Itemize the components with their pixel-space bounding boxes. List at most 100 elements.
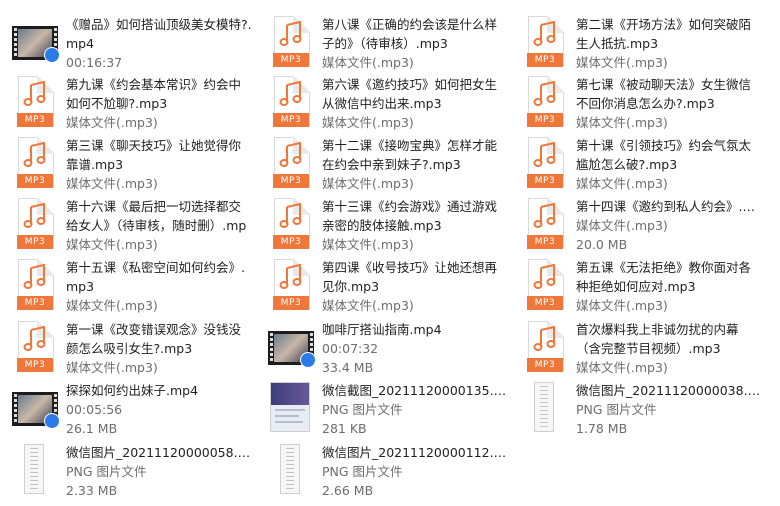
mp3-icon: MP3 [17, 136, 55, 188]
music-note-icon [533, 141, 556, 167]
file-item[interactable]: 微信图片_20211120000058.png PNG 图片文件 2.33 MB [0, 440, 252, 498]
music-note-icon [279, 202, 302, 228]
file-name: 第九课《约会基本常识》约会中如何不尬聊?.mp3 [66, 77, 242, 111]
file-size: 2.33 MB [66, 483, 118, 498]
mp3-icon: MP3 [17, 320, 55, 372]
file-name: 第十六课《最后把一切选择都交给女人》（待审核，随时删）.mp3 [66, 199, 247, 233]
image-thumbnail-icon [0, 440, 60, 498]
file-item[interactable]: MP3 第五课《无法拒绝》教你面对各种拒绝如何应对.mp3 媒体文件(.mp3) [510, 255, 762, 313]
file-type: 媒体文件(.mp3) [66, 298, 158, 313]
file-name: 第十三课《约会游戏》通过游戏亲密的肢体接触.mp3 [322, 199, 498, 233]
mp3-icon: MP3 [273, 136, 311, 188]
video-thumbnail-icon [0, 378, 60, 436]
file-name: 首次爆料我上非诚勿扰的内幕（含完整节目视频）.mp3 [576, 322, 739, 356]
file-name: 《赠品》如何搭讪顶级美女模特?.mp4 [66, 17, 252, 51]
file-item[interactable]: MP3 第九课《约会基本常识》约会中如何不尬聊?.mp3 媒体文件(.mp3) [0, 72, 252, 130]
mp3-badge: MP3 [527, 174, 563, 188]
file-type: 媒体文件(.mp3) [576, 55, 668, 70]
file-item[interactable]: 微信图片_20211120000038.png PNG 图片文件 1.78 MB [510, 378, 762, 436]
file-name: 微信截图_20211120000135.png [322, 383, 508, 398]
image-thumbnail-icon [510, 378, 570, 436]
image-thumbnail-icon [256, 440, 316, 498]
mp3-file-icon: MP3 [0, 72, 60, 130]
file-type: 媒体文件(.mp3) [322, 115, 414, 130]
file-item[interactable]: MP3 第十四课《邀约到私人约会》.mp3 媒体文件(.mp3) 20.0 MB [510, 194, 762, 252]
mp3-file-icon: MP3 [0, 255, 60, 313]
mp3-badge: MP3 [273, 235, 309, 249]
file-item[interactable]: MP3 第三课《聊天技巧》让她觉得你靠谱.mp3 媒体文件(.mp3) [0, 133, 252, 191]
image-preview [24, 444, 44, 494]
mp3-file-icon: MP3 [256, 72, 316, 130]
mp3-file-icon: MP3 [510, 72, 570, 130]
mp3-icon: MP3 [273, 197, 311, 249]
mp3-icon: MP3 [273, 15, 311, 67]
file-size: 2.66 MB [322, 483, 374, 498]
mp3-icon: MP3 [273, 258, 311, 310]
music-note-icon [533, 80, 556, 106]
file-type: 00:07:32 [322, 341, 379, 356]
play-badge-icon [300, 352, 316, 368]
image-preview [534, 382, 554, 432]
play-badge-icon [44, 413, 60, 429]
mp3-file-icon: MP3 [510, 255, 570, 313]
file-item[interactable]: MP3 第一课《改变错误观念》没钱没颜怎么吸引女生?.mp3 媒体文件(.mp3) [0, 317, 252, 375]
file-item[interactable]: MP3 首次爆料我上非诚勿扰的内幕（含完整节目视频）.mp3 媒体文件(.mp3) [510, 317, 762, 375]
file-type: PNG 图片文件 [322, 464, 403, 479]
music-note-icon [533, 325, 556, 351]
mp3-badge: MP3 [527, 113, 563, 127]
file-item[interactable]: MP3 第十课《引领技巧》约会气氛太尴尬怎么破?.mp3 媒体文件(.mp3) [510, 133, 762, 191]
file-item[interactable]: 《赠品》如何搭讪顶级美女模特?.mp4 00:16:37 [0, 12, 252, 70]
screenshot-thumbnail [270, 382, 310, 432]
image-preview [280, 444, 300, 494]
file-item[interactable]: MP3 第七课《被动聊天法》女生微信不回你消息怎么办?.mp3 媒体文件(.mp3) [510, 72, 762, 130]
file-item[interactable]: 咖啡厅搭讪指南.mp4 00:07:32 33.4 MB [256, 317, 508, 375]
music-note-icon [23, 325, 46, 351]
mp3-badge: MP3 [273, 174, 309, 188]
music-note-icon [533, 20, 556, 46]
music-note-icon [533, 202, 556, 228]
file-type: 媒体文件(.mp3) [322, 237, 414, 252]
mp3-badge: MP3 [17, 174, 53, 188]
file-type: 媒体文件(.mp3) [576, 176, 668, 191]
file-item[interactable]: MP3 第八课《正确的约会该是什么样子的》（待审核）.mp3 媒体文件(.mp3) [256, 12, 508, 70]
mp3-file-icon: MP3 [256, 194, 316, 252]
mp3-badge: MP3 [17, 358, 53, 372]
file-size: 1.78 MB [576, 421, 628, 436]
file-item[interactable]: 微信截图_20211120000135.png PNG 图片文件 281 KB [256, 378, 508, 436]
music-note-icon [23, 80, 46, 106]
file-type: 媒体文件(.mp3) [66, 115, 158, 130]
mp3-icon: MP3 [527, 258, 565, 310]
file-type: 媒体文件(.mp3) [576, 115, 668, 130]
music-note-icon [279, 20, 302, 46]
file-name: 微信图片_20211120000058.png [66, 445, 252, 460]
file-item[interactable]: 微信图片_20211120000112.png PNG 图片文件 2.66 MB [256, 440, 508, 498]
file-name: 第五课《无法拒绝》教你面对各种拒绝如何应对.mp3 [576, 260, 752, 294]
mp3-file-icon: MP3 [256, 12, 316, 70]
file-item[interactable]: MP3 第十二课《接吻宝典》怎样才能在约会中亲到妹子?.mp3 媒体文件(.mp3) [256, 133, 508, 191]
file-name: 第二课《开场方法》如何突破陌生人抵抗.mp3 [576, 17, 752, 51]
file-type: PNG 图片文件 [66, 464, 147, 479]
file-type: 媒体文件(.mp3) [322, 55, 414, 70]
mp3-icon: MP3 [527, 15, 565, 67]
file-item[interactable]: MP3 第十六课《最后把一切选择都交给女人》（待审核，随时删）.mp3 媒体文件(.… [0, 194, 252, 252]
file-size: 20.0 MB [576, 237, 628, 252]
mp3-badge: MP3 [527, 53, 563, 67]
file-item[interactable]: MP3 第十五课《私密空间如何约会》.mp3 媒体文件(.mp3) [0, 255, 252, 313]
file-item[interactable]: MP3 第四课《收号技巧》让她还想再见你.mp3 媒体文件(.mp3) [256, 255, 508, 313]
music-note-icon [279, 80, 302, 106]
music-note-icon [533, 263, 556, 289]
file-size: 281 KB [322, 421, 367, 436]
file-item[interactable]: MP3 第二课《开场方法》如何突破陌生人抵抗.mp3 媒体文件(.mp3) [510, 12, 762, 70]
mp3-badge: MP3 [273, 53, 309, 67]
file-item[interactable]: 探探如何约出妹子.mp4 00:05:56 26.1 MB [0, 378, 252, 436]
file-name: 微信图片_20211120000112.png [322, 445, 508, 460]
file-item[interactable]: MP3 第六课《邀约技巧》如何把女生从微信中约出来.mp3 媒体文件(.mp3) [256, 72, 508, 130]
file-name: 咖啡厅搭讪指南.mp4 [322, 322, 442, 337]
video-thumbnail-icon [256, 317, 316, 375]
file-size: 26.1 MB [66, 421, 118, 436]
film-icon [12, 26, 60, 63]
file-name: 第十课《引领技巧》约会气氛太尴尬怎么破?.mp3 [576, 138, 752, 172]
file-item[interactable]: MP3 第十三课《约会游戏》通过游戏亲密的肢体接触.mp3 媒体文件(.mp3) [256, 194, 508, 252]
file-name: 第一课《改变错误观念》没钱没颜怎么吸引女生?.mp3 [66, 322, 242, 356]
mp3-badge: MP3 [273, 296, 309, 310]
